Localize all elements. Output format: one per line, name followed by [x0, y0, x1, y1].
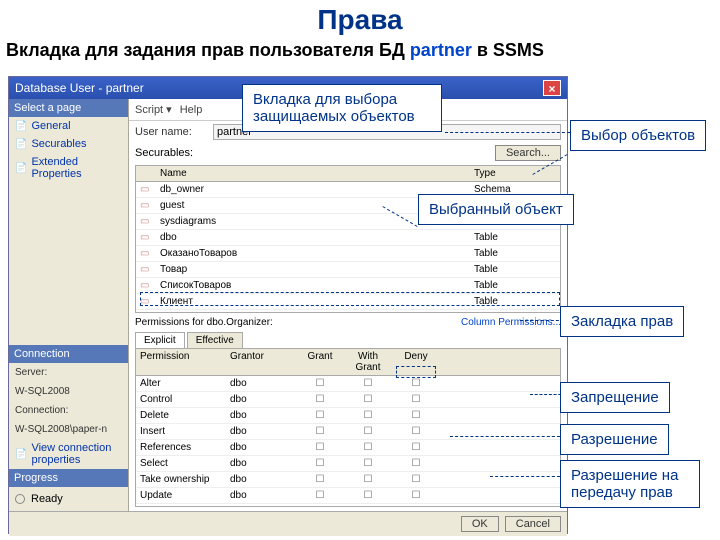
- help-button[interactable]: Help: [180, 104, 203, 116]
- table-row[interactable]: ОрганизацияTable: [136, 310, 560, 313]
- table-row[interactable]: dboTable: [136, 230, 560, 246]
- sidebar-hdr-pages: Select a page: [9, 99, 128, 117]
- dialog-window: Database User - partner × Select a page …: [8, 76, 568, 534]
- annot-grant: Разрешение: [560, 424, 669, 455]
- subtitle-part-a: Вкладка для задания прав пользователя БД: [6, 40, 410, 60]
- annot-perm-tab: Закладка прав: [560, 306, 684, 337]
- securables-label: Securables:: [135, 147, 193, 159]
- page-subtitle: Вкладка для задания прав пользователя БД…: [0, 40, 720, 67]
- conn-value: W-SQL2008\paper-n: [9, 420, 128, 439]
- perm-row[interactable]: Alterdbo: [136, 376, 560, 392]
- sidebar-item-extended[interactable]: Extended Properties: [9, 153, 128, 183]
- th-name: Name: [156, 166, 470, 181]
- main-panel: Script ▾ Help User name: Securables: Sea…: [129, 99, 567, 511]
- sidebar-item-general[interactable]: General: [9, 117, 128, 135]
- subtitle-part-c: в SSMS: [472, 40, 544, 60]
- window-title: Database User - partner: [15, 81, 144, 95]
- sidebar-item-securables[interactable]: Securables: [9, 135, 128, 153]
- perm-row[interactable]: Referencesdbo: [136, 440, 560, 456]
- conn-server-lbl: Server:: [9, 363, 128, 382]
- search-button[interactable]: Search...: [495, 145, 561, 161]
- permissions-table[interactable]: Permission Grantor Grant With Grant Deny…: [135, 348, 561, 507]
- column-perm-link[interactable]: Column Permissions...: [461, 317, 561, 328]
- progress-ready: Ready: [31, 493, 63, 505]
- perm-row[interactable]: Insertdbo: [136, 424, 560, 440]
- ph-grant: Grant: [296, 349, 344, 375]
- conn-server: W-SQL2008: [9, 382, 128, 401]
- annot-securables-tab: Вкладка для выбора защищаемых объектов: [242, 84, 442, 132]
- annot-wgrant: Разрешение на передачу прав: [560, 460, 700, 508]
- annot-search: Выбор объектов: [570, 120, 706, 151]
- th-type: Type: [470, 166, 560, 181]
- perm-header: Permissions for dbo.Organizer:: [135, 317, 273, 328]
- subtitle-partner: partner: [410, 40, 472, 60]
- cancel-button[interactable]: Cancel: [505, 516, 561, 532]
- progress-icon: [15, 494, 25, 504]
- ph-wgrant: With Grant: [344, 349, 392, 375]
- sidebar-hdr-connection: Connection: [9, 345, 128, 363]
- sidebar-hdr-progress: Progress: [9, 469, 128, 487]
- perm-row[interactable]: View change trackingdbo: [136, 504, 560, 507]
- ph-grantor: Grantor: [226, 349, 296, 375]
- table-row[interactable]: ОказаноТоваровTable: [136, 246, 560, 262]
- close-icon[interactable]: ×: [543, 80, 561, 96]
- sidebar: Select a page General Securables Extende…: [9, 99, 129, 511]
- securables-table[interactable]: Name Type db_ownerSchemaguestSchemasysdi…: [135, 165, 561, 313]
- annot-selected: Выбранный объект: [418, 194, 574, 225]
- perm-row[interactable]: Updatedbo: [136, 488, 560, 504]
- tab-effective[interactable]: Effective: [187, 332, 243, 348]
- ph-permission: Permission: [136, 349, 226, 375]
- ok-button[interactable]: OK: [461, 516, 499, 532]
- annot-deny: Запрещение: [560, 382, 670, 413]
- tab-explicit[interactable]: Explicit: [135, 332, 185, 348]
- table-row[interactable]: ТоварTable: [136, 262, 560, 278]
- page-title: Права: [0, 0, 720, 40]
- perm-row[interactable]: Selectdbo: [136, 456, 560, 472]
- perm-row[interactable]: Deletedbo: [136, 408, 560, 424]
- perm-row[interactable]: Take ownershipdbo: [136, 472, 560, 488]
- script-button[interactable]: Script ▾: [135, 103, 172, 116]
- ph-deny: Deny: [392, 349, 440, 375]
- user-label: User name:: [135, 126, 205, 138]
- perm-row[interactable]: Controldbo: [136, 392, 560, 408]
- view-conn-link[interactable]: View connection properties: [9, 439, 128, 469]
- table-row[interactable]: КлиентTable: [136, 294, 560, 310]
- conn-lbl: Connection:: [9, 401, 128, 420]
- table-row[interactable]: СписокТоваровTable: [136, 278, 560, 294]
